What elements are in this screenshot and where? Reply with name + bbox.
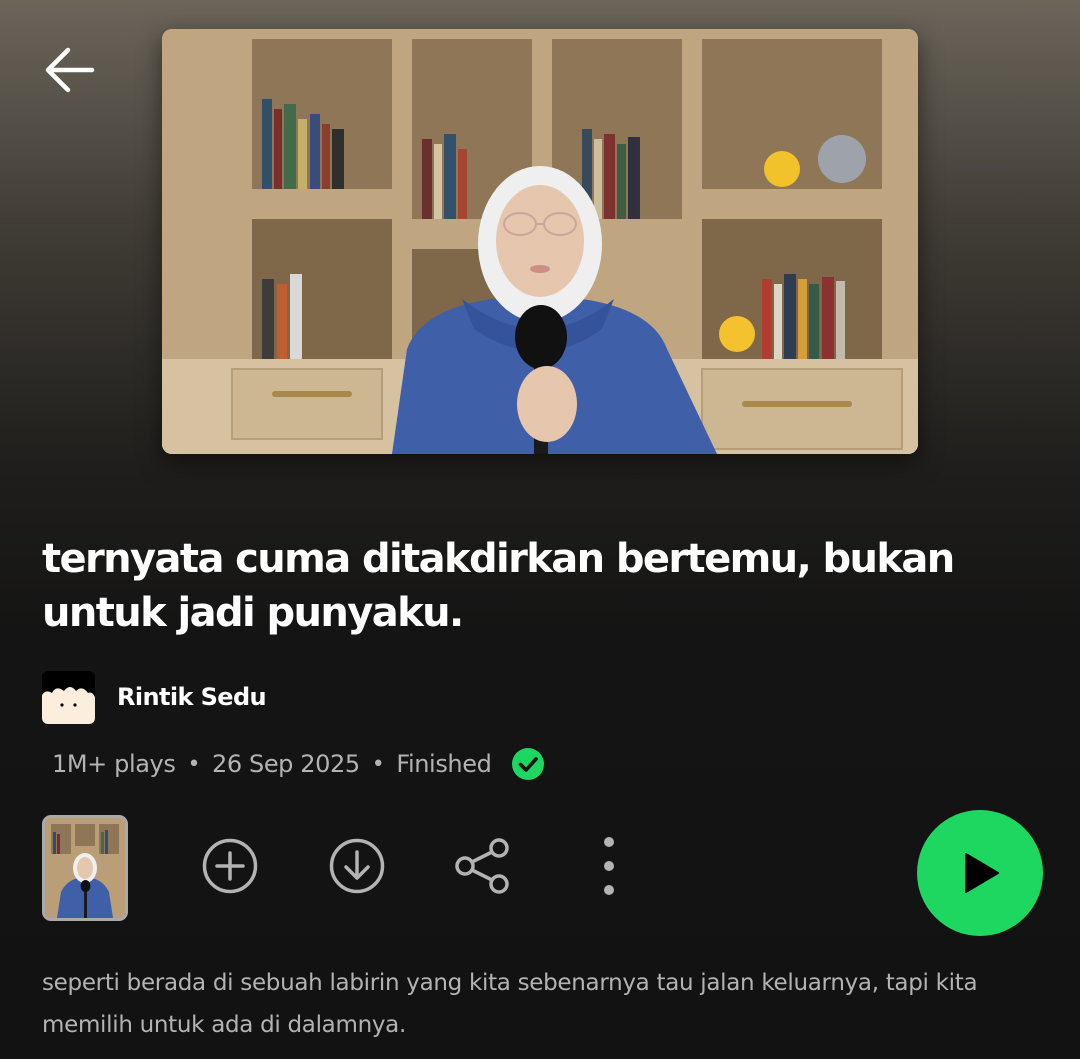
episode-meta: 1M+ plays • 26 Sep 2025 • Finished <box>52 746 545 782</box>
separator: • <box>187 751 201 777</box>
show-name[interactable]: Rintik Sedu <box>117 683 267 711</box>
separator: • <box>371 751 385 777</box>
back-button[interactable] <box>40 40 100 100</box>
episode-description: seperti berada di sebuah labirin yang ki… <box>42 970 978 1038</box>
status-label: Finished <box>396 750 492 778</box>
play-icon <box>965 853 999 893</box>
release-date: 26 Sep 2025 <box>212 750 360 778</box>
plus-circle-icon <box>202 838 258 894</box>
video-player[interactable] <box>162 29 918 454</box>
check-circle-icon <box>512 748 545 780</box>
play-button[interactable] <box>917 810 1043 936</box>
share-icon <box>455 838 509 894</box>
add-to-library-button[interactable] <box>200 836 260 896</box>
download-circle-icon <box>329 838 385 894</box>
video-frame-image <box>162 29 918 454</box>
show-link[interactable]: Rintik Sedu <box>42 670 267 724</box>
episode-thumbnail[interactable] <box>42 815 128 921</box>
download-button[interactable] <box>327 836 387 896</box>
episode-title: ternyata cuma ditakdirkan bertemu, bukan… <box>42 536 955 636</box>
share-button[interactable] <box>453 836 513 896</box>
show-avatar <box>42 670 95 724</box>
play-count: 1M+ plays <box>52 750 176 778</box>
more-options-button[interactable] <box>579 836 639 896</box>
more-vertical-icon <box>604 837 614 895</box>
arrow-left-icon <box>45 47 95 93</box>
